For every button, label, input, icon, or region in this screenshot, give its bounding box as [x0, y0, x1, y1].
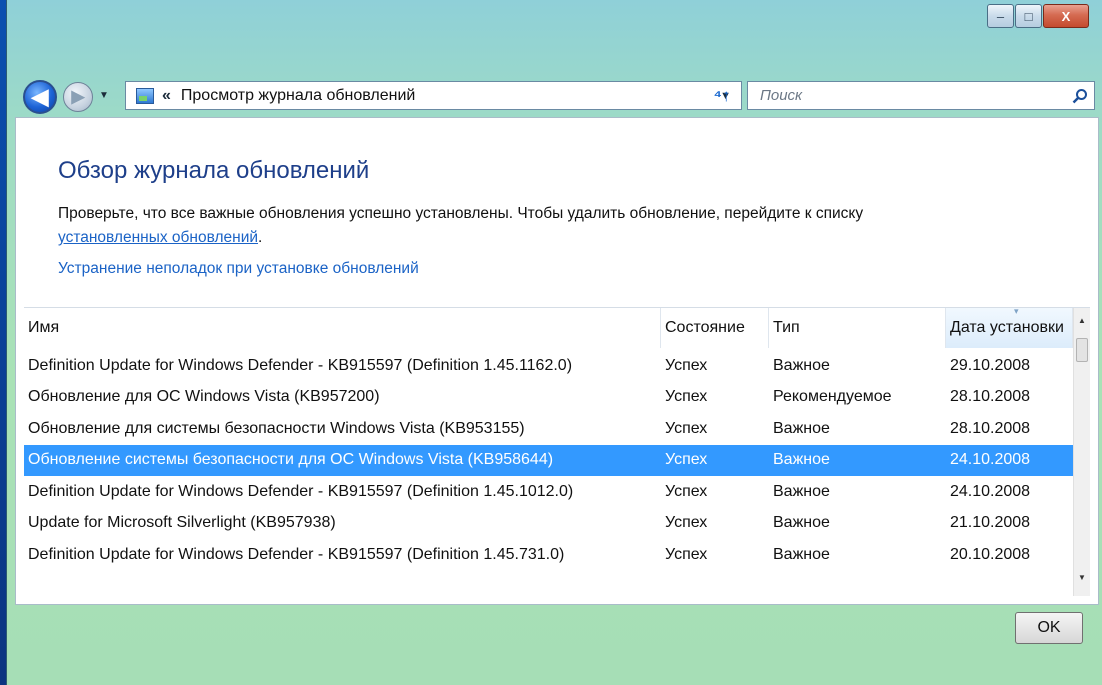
- cell-name: Update for Microsoft Silverlight (KB9579…: [28, 514, 336, 532]
- updates-table: Имя Состояние Тип ▾ Дата установки Defin…: [24, 307, 1090, 596]
- cell-type: Важное: [773, 545, 830, 563]
- search-icon[interactable]: [1066, 88, 1094, 104]
- table-header: Имя Состояние Тип ▾ Дата установки: [24, 308, 1073, 348]
- cell-name: Definition Update for Windows Defender -…: [28, 356, 573, 374]
- cell-type: Рекомендуемое: [773, 388, 892, 406]
- cell-type: Важное: [773, 482, 830, 500]
- troubleshoot-link[interactable]: Устранение неполадок при установке обнов…: [58, 260, 419, 278]
- forward-button[interactable]: ▶: [63, 82, 93, 112]
- close-icon: X: [1061, 8, 1071, 24]
- address-bar[interactable]: « Просмотр журнала обновлений ▼: [125, 81, 742, 110]
- maximize-icon: □: [1024, 8, 1033, 24]
- maximize-button[interactable]: □: [1015, 4, 1042, 28]
- cell-name: Definition Update for Windows Defender -…: [28, 482, 574, 500]
- breadcrumb-current[interactable]: Просмотр журнала обновлений: [181, 87, 720, 105]
- cell-date: 28.10.2008: [950, 388, 1031, 406]
- page-description: Проверьте, что все важные обновления усп…: [58, 202, 1058, 250]
- cell-status: Успех: [665, 451, 708, 469]
- refresh-button[interactable]: ⁴↑: [704, 82, 740, 109]
- cell-name: Обновление для ОС Windows Vista (KB95720…: [28, 388, 380, 406]
- cell-date: 24.10.2008: [950, 451, 1031, 469]
- cell-date: 29.10.2008: [950, 356, 1031, 374]
- back-icon: ◀: [31, 84, 49, 109]
- cell-status: Успех: [665, 356, 708, 374]
- back-button[interactable]: ◀: [23, 80, 57, 114]
- cell-date: 21.10.2008: [950, 514, 1031, 532]
- description-end: .: [258, 229, 263, 246]
- scroll-up-button[interactable]: ▲: [1074, 312, 1090, 329]
- minimize-icon: –: [996, 8, 1005, 24]
- window: – □ X ◀ ▶ ▼ « Просмотр журнала обновлени…: [6, 0, 1102, 685]
- cell-status: Успех: [665, 482, 708, 500]
- scroll-down-button[interactable]: ▼: [1074, 569, 1090, 586]
- cell-name: Обновление системы безопасности для ОС W…: [28, 451, 554, 469]
- refresh-icon: ⁴↑: [713, 85, 731, 105]
- control-panel-icon: [136, 87, 154, 104]
- table-row[interactable]: Update for Microsoft Silverlight (KB9579…: [24, 508, 1073, 540]
- cell-status: Успех: [665, 388, 708, 406]
- table-row[interactable]: Обновление для ОС Windows Vista (KB95720…: [24, 382, 1073, 414]
- recent-pages-dropdown[interactable]: ▼: [99, 90, 109, 101]
- table-row[interactable]: Обновление для системы безопасности Wind…: [24, 413, 1073, 445]
- cell-type: Важное: [773, 451, 830, 469]
- column-header-type[interactable]: Тип: [769, 308, 946, 348]
- table-row[interactable]: Definition Update for Windows Defender -…: [24, 350, 1073, 382]
- column-header-name[interactable]: Имя: [24, 308, 661, 348]
- column-header-date[interactable]: ▾ Дата установки: [946, 308, 1073, 348]
- search-box[interactable]: [747, 81, 1095, 110]
- cell-type: Важное: [773, 514, 830, 532]
- scroll-thumb[interactable]: [1076, 338, 1088, 362]
- page-title: Обзор журнала обновлений: [58, 157, 370, 184]
- table-body: Definition Update for Windows Defender -…: [24, 350, 1073, 571]
- search-input[interactable]: [758, 86, 1066, 105]
- cell-date: 28.10.2008: [950, 419, 1031, 437]
- breadcrumb-overflow[interactable]: «: [162, 87, 171, 105]
- table-row[interactable]: Обновление системы безопасности для ОС W…: [24, 444, 1073, 476]
- minimize-button[interactable]: –: [987, 4, 1014, 28]
- cell-date: 24.10.2008: [950, 482, 1031, 500]
- column-header-date-label: Дата установки: [950, 319, 1064, 336]
- window-controls: – □ X: [986, 4, 1089, 28]
- ok-button[interactable]: OK: [1015, 612, 1083, 644]
- forward-icon: ▶: [71, 87, 85, 106]
- vertical-scrollbar[interactable]: ▲ ▼: [1073, 308, 1090, 596]
- table-row[interactable]: Definition Update for Windows Defender -…: [24, 476, 1073, 508]
- sort-indicator-icon: ▾: [1014, 307, 1019, 316]
- cell-type: Важное: [773, 419, 830, 437]
- table-row[interactable]: Definition Update for Windows Defender -…: [24, 539, 1073, 571]
- cell-name: Definition Update for Windows Defender -…: [28, 545, 565, 563]
- cell-type: Важное: [773, 356, 830, 374]
- cell-status: Успех: [665, 545, 708, 563]
- close-button[interactable]: X: [1043, 4, 1089, 28]
- cell-status: Успех: [665, 419, 708, 437]
- cell-date: 20.10.2008: [950, 545, 1031, 563]
- cell-status: Успех: [665, 514, 708, 532]
- installed-updates-link[interactable]: установленных обновлений: [58, 229, 258, 246]
- content-panel: Обзор журнала обновлений Проверьте, что …: [15, 117, 1099, 605]
- description-text: Проверьте, что все важные обновления усп…: [58, 205, 864, 222]
- column-header-status[interactable]: Состояние: [661, 308, 769, 348]
- cell-name: Обновление для системы безопасности Wind…: [28, 419, 525, 437]
